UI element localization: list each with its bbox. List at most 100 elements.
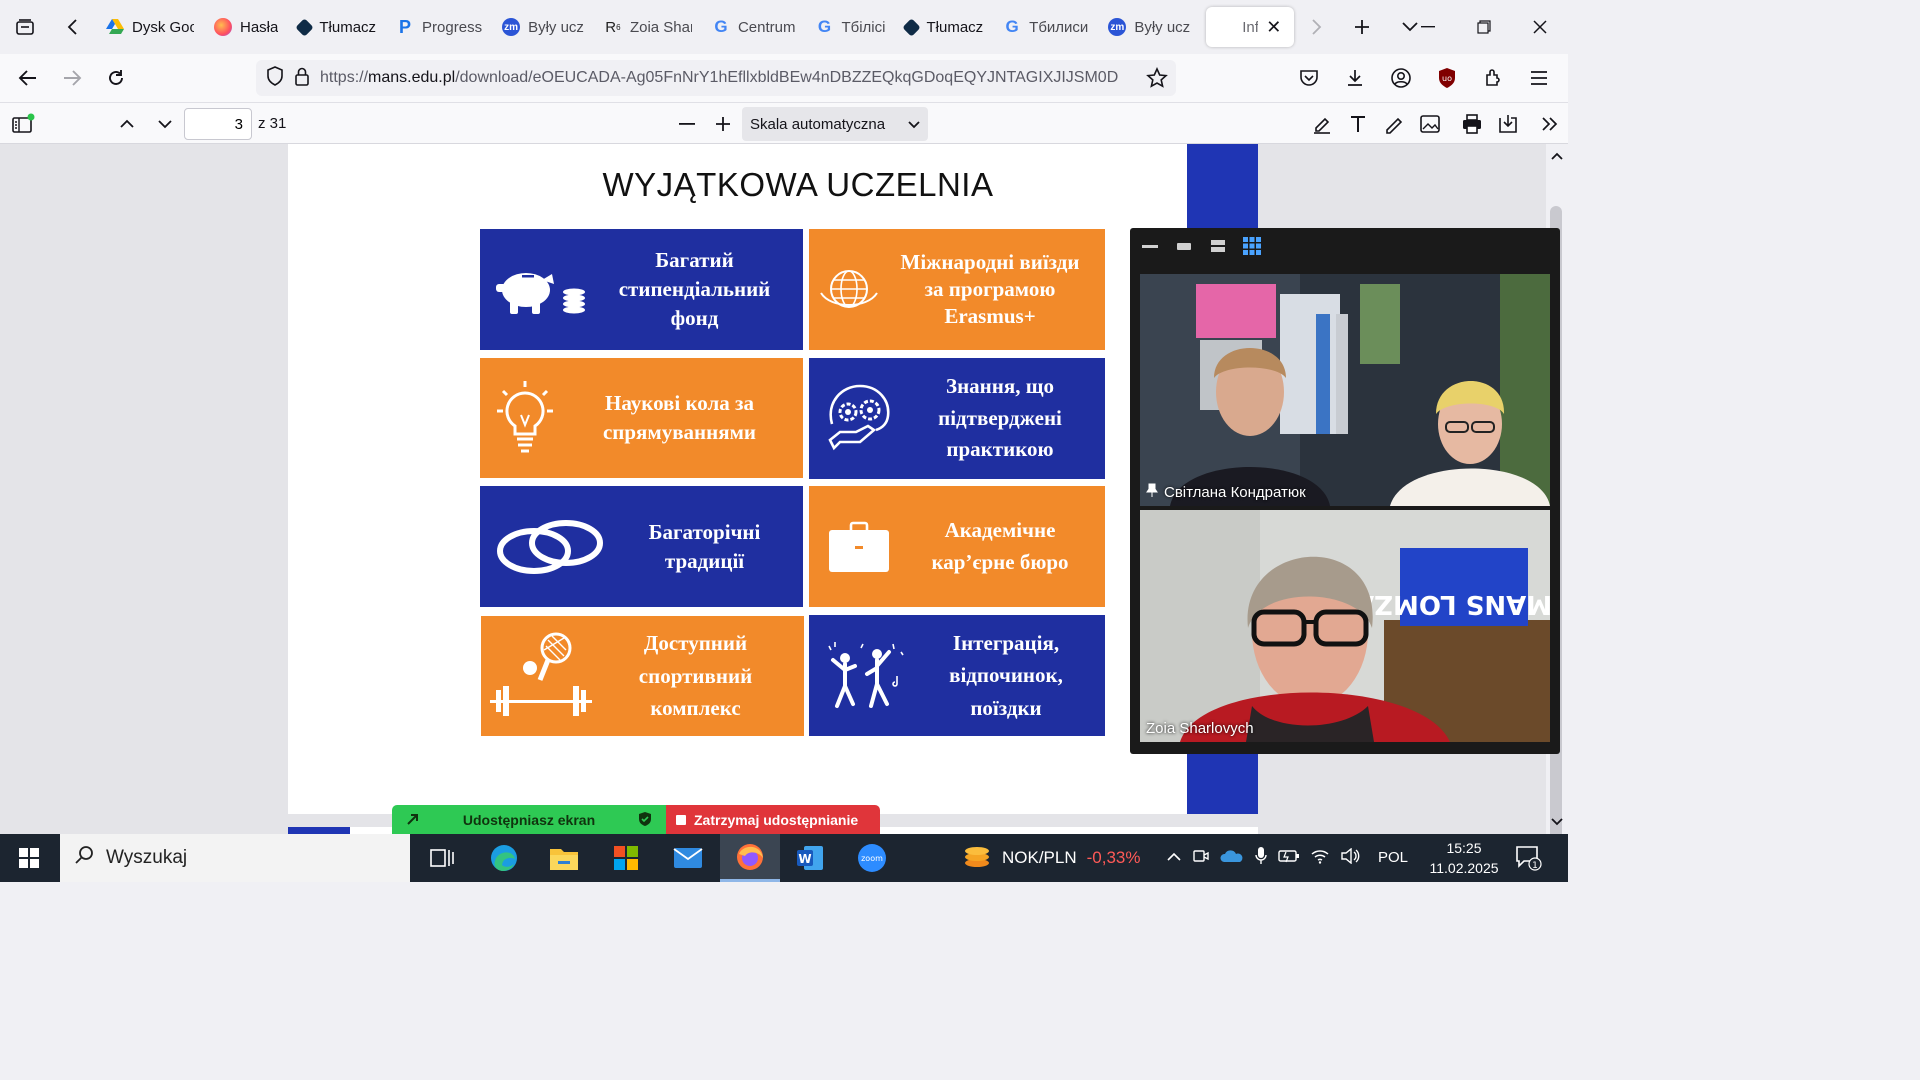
close-tab-icon[interactable]: ✕: [1266, 17, 1281, 38]
sharing-status[interactable]: Udostępniasz ekran: [392, 805, 666, 835]
camera-tray-icon[interactable]: [1192, 847, 1210, 870]
tab-active[interactable]: Info ✕: [1206, 7, 1295, 47]
print-icon[interactable]: [1456, 107, 1488, 141]
microphone-icon[interactable]: [1254, 846, 1268, 871]
video-tile-1[interactable]: Світлана Кондратюк: [1140, 274, 1550, 506]
zoom-in-icon[interactable]: [708, 107, 738, 141]
tab-4[interactable]: zm Były ucz: [492, 7, 594, 47]
card-practical-knowledge: Знання, що підтверджені практикою: [809, 358, 1105, 479]
minimize-icon[interactable]: [1400, 7, 1456, 47]
deepl-icon: [902, 17, 922, 37]
zoom-select[interactable]: Skala automatyczna: [742, 107, 928, 141]
start-button[interactable]: [0, 834, 58, 882]
tab-1[interactable]: Hasła: [204, 7, 288, 47]
tab-7[interactable]: G Тбілісі: [805, 7, 895, 47]
previous-page-icon[interactable]: [112, 107, 142, 141]
firefox-icon: [214, 18, 232, 36]
scroll-tabs-right-icon[interactable]: [1296, 7, 1336, 47]
file-explorer-icon[interactable]: [534, 834, 594, 882]
new-tab-icon[interactable]: [1342, 7, 1382, 47]
svg-text:W: W: [798, 852, 811, 866]
reload-icon[interactable]: [96, 58, 136, 98]
notifications-button[interactable]: 1: [1514, 844, 1542, 877]
word-icon[interactable]: W: [780, 834, 840, 882]
card-text: Міжнародні виїзди за програмою Erasmus+: [900, 249, 1080, 329]
sidebar-toggle-icon[interactable]: [6, 107, 40, 141]
gears-hand-icon: [809, 358, 909, 479]
tab-9[interactable]: G Тбилиси: [993, 7, 1098, 47]
dancing-people-icon: [809, 615, 921, 736]
zoom-app-icon[interactable]: zoom: [842, 834, 902, 882]
zoom-select-value: Skala automatyczna: [750, 115, 886, 133]
battery-icon[interactable]: [1278, 849, 1300, 868]
stock-ticker[interactable]: NOK/PLN -0,33%: [962, 834, 1141, 882]
tab-10[interactable]: zm Były ucz: [1098, 7, 1200, 47]
banner-text: #MANS LOMZA: [1354, 589, 1550, 619]
tab-2[interactable]: Tłumacz: [288, 7, 386, 47]
text-tool-icon[interactable]: [1342, 107, 1374, 141]
back-icon[interactable]: [8, 58, 48, 98]
hide-video-icon[interactable]: [1174, 236, 1194, 256]
forward-icon[interactable]: [52, 58, 92, 98]
clock[interactable]: 15:25 11.02.2025: [1418, 838, 1510, 878]
page-blue-mark: [288, 827, 350, 834]
onedrive-icon[interactable]: [1220, 848, 1244, 869]
screen-share-bar: Udostępniasz ekran Zatrzymaj udostępnian…: [392, 805, 880, 835]
tab-0[interactable]: Dysk Google: [96, 7, 204, 47]
menu-icon[interactable]: [1520, 60, 1558, 96]
speaker-view-icon[interactable]: [1208, 236, 1228, 256]
highlight-icon[interactable]: [1306, 107, 1338, 141]
participant-name-1: Світлана Кондратюк: [1146, 483, 1306, 501]
ublock-origin-icon[interactable]: uo: [1428, 60, 1466, 96]
volume-icon[interactable]: [1340, 847, 1360, 869]
show-hidden-icons-icon[interactable]: [1166, 849, 1182, 867]
stop-sharing-button[interactable]: Zatrzymaj udostępnianie: [666, 805, 880, 835]
tracking-protection-icon[interactable]: [266, 65, 284, 91]
tab-5[interactable]: R6 Zoia Sharlovych: [594, 7, 702, 47]
pocket-icon[interactable]: [1290, 60, 1328, 96]
lock-icon[interactable]: [294, 66, 310, 91]
zoom-view-controls: [1140, 236, 1262, 256]
bookmark-star-icon[interactable]: [1146, 67, 1168, 94]
zoom-video-panel[interactable]: Світлана Кондратюк #MANS LOMZA Zoia Shar…: [1130, 228, 1560, 754]
draw-icon[interactable]: [1378, 107, 1410, 141]
scroll-down-icon[interactable]: [1550, 814, 1564, 832]
tab-6[interactable]: G Centrum: [702, 7, 806, 47]
zoom-out-icon[interactable]: [672, 107, 702, 141]
account-icon[interactable]: [1382, 60, 1420, 96]
add-image-icon[interactable]: [1414, 107, 1446, 141]
more-tools-icon[interactable]: [1534, 107, 1566, 141]
system-tray: [1166, 834, 1360, 882]
page-number-input[interactable]: [184, 108, 252, 140]
zm-icon: zm: [502, 18, 521, 36]
mail-icon[interactable]: [658, 834, 718, 882]
tab-8[interactable]: Tłumacz: [895, 7, 993, 47]
scroll-tabs-left-icon[interactable]: [50, 7, 96, 47]
edge-icon[interactable]: [474, 834, 534, 882]
tab-overview-icon[interactable]: [0, 7, 50, 47]
card-text: Багаторічні традиції: [648, 519, 761, 573]
globe-icon: [809, 229, 889, 350]
gallery-view-icon[interactable]: [1242, 236, 1262, 256]
window-controls: [1400, 0, 1568, 54]
task-view-icon[interactable]: [412, 834, 472, 882]
scroll-up-icon[interactable]: [1550, 148, 1564, 166]
taskbar-search[interactable]: Wyszukaj: [60, 834, 410, 882]
url-bar[interactable]: https://mans.edu.pl/download/eOEUCADA-Ag…: [256, 60, 1176, 96]
firefox-taskbar-icon[interactable]: [720, 834, 780, 882]
language-indicator[interactable]: POL: [1378, 849, 1408, 866]
close-window-icon[interactable]: [1512, 7, 1568, 47]
url-text[interactable]: https://mans.edu.pl/download/eOEUCADA-Ag…: [320, 69, 1130, 87]
downloads-icon[interactable]: [1336, 60, 1374, 96]
save-pdf-icon[interactable]: [1492, 107, 1524, 141]
next-page-icon[interactable]: [150, 107, 180, 141]
tab-3[interactable]: P Progress: [386, 7, 492, 47]
google-icon: G: [1005, 17, 1019, 36]
video-tile-2[interactable]: #MANS LOMZA Zoia Sharlovych: [1140, 510, 1550, 742]
wifi-icon[interactable]: [1310, 848, 1330, 869]
microsoft-store-icon[interactable]: [596, 834, 656, 882]
sports-icon: [481, 616, 601, 736]
restore-icon[interactable]: [1456, 7, 1512, 47]
minimize-video-icon[interactable]: [1140, 236, 1160, 256]
extensions-icon[interactable]: [1474, 60, 1512, 96]
